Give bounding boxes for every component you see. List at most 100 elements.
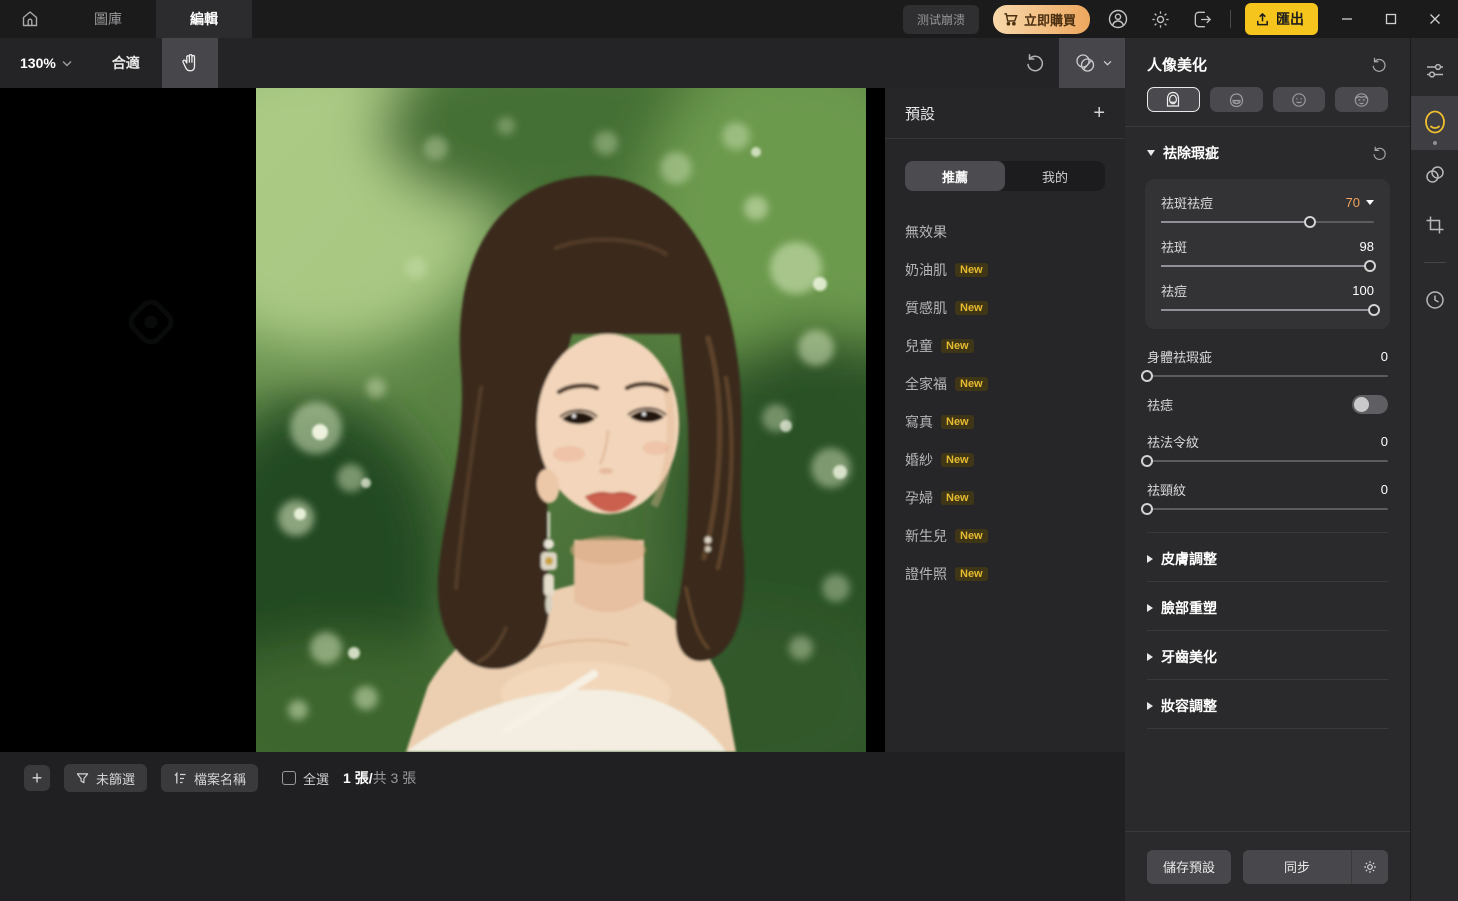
rail-filters-button[interactable] — [1411, 150, 1458, 200]
slider-acne: 祛痘 100 — [1161, 281, 1374, 311]
rail-portrait-button[interactable] — [1411, 96, 1458, 150]
test-crash-button[interactable]: 测试崩溃 — [903, 5, 979, 34]
section-makeup-adjust[interactable]: 妝容調整 — [1125, 680, 1410, 728]
zoom-level-dropdown[interactable]: 130% — [0, 55, 90, 71]
home-button[interactable] — [0, 0, 60, 38]
slider-track[interactable] — [1147, 375, 1388, 377]
settings-button[interactable] — [1146, 5, 1174, 33]
slider-value: 0 — [1381, 434, 1388, 449]
preset-list: 無效果 奶油肌New 質感肌New 兒童New 全家福New 寫真New 婚紗N… — [885, 213, 1125, 593]
preset-label: 寫真 — [905, 412, 933, 432]
preset-item-texture-skin[interactable]: 質感肌New — [885, 289, 1125, 327]
rail-crop-button[interactable] — [1411, 200, 1458, 250]
preset-item-maternity[interactable]: 孕婦New — [885, 479, 1125, 517]
preset-label: 婚紗 — [905, 450, 933, 470]
account-button[interactable] — [1104, 5, 1132, 33]
hand-tool-button[interactable] — [162, 38, 218, 88]
compare-circles-icon — [1073, 52, 1097, 74]
slider-spot-acne: 祛斑祛痘 70 — [1161, 193, 1374, 223]
titlebar-divider — [1230, 10, 1231, 28]
adjust-sliders-icon — [1425, 61, 1445, 81]
history-clock-icon — [1424, 289, 1446, 311]
rail-history-button[interactable] — [1411, 275, 1458, 325]
save-preset-button[interactable]: 儲存預設 — [1147, 850, 1231, 884]
slider-neck-lines: 祛頸紋 0 — [1147, 480, 1388, 510]
slider-knob[interactable] — [1364, 260, 1376, 272]
section-skin-adjust[interactable]: 皮膚調整 — [1125, 533, 1410, 581]
minimize-button[interactable] — [1332, 4, 1362, 34]
sync-button[interactable]: 同步 — [1243, 850, 1352, 884]
slider-knob[interactable] — [1141, 503, 1153, 515]
toggle-label: 祛痣 — [1147, 395, 1352, 414]
slider-knob[interactable] — [1141, 370, 1153, 382]
new-badge: New — [941, 453, 974, 467]
blemish-section-title: 祛除瑕疵 — [1163, 143, 1363, 163]
slider-track[interactable] — [1161, 309, 1374, 311]
add-preset-button[interactable]: + — [1093, 103, 1105, 123]
rail-adjustments-button[interactable] — [1411, 46, 1458, 96]
category-makeup-button[interactable] — [1335, 87, 1388, 112]
slider-track[interactable] — [1161, 265, 1374, 267]
gear-icon — [1362, 859, 1378, 875]
editing-canvas[interactable] — [0, 88, 885, 752]
slider-value: 70 — [1346, 195, 1360, 210]
logout-button[interactable] — [1188, 5, 1216, 33]
fit-to-screen-button[interactable]: 合適 — [90, 53, 162, 73]
slider-track[interactable] — [1161, 221, 1374, 223]
slider-knob[interactable] — [1304, 216, 1316, 228]
photo-image[interactable] — [256, 88, 866, 752]
slider-knob[interactable] — [1368, 304, 1380, 316]
preset-label: 新生兒 — [905, 526, 947, 546]
preset-item-newborn[interactable]: 新生兒New — [885, 517, 1125, 555]
preset-item-id-photo[interactable]: 證件照New — [885, 555, 1125, 593]
preset-item-cream-skin[interactable]: 奶油肌New — [885, 251, 1125, 289]
slider-label: 祛斑祛痘 — [1161, 193, 1346, 212]
reset-panel-icon[interactable] — [1370, 56, 1388, 74]
new-badge: New — [941, 339, 974, 353]
watermark-logo — [122, 293, 180, 351]
close-button[interactable] — [1420, 4, 1450, 34]
makeup-face-icon — [1353, 92, 1370, 108]
titlebar-actions: 测试崩溃 立即購買 匯出 — [903, 3, 1458, 35]
buy-now-button[interactable]: 立即購買 — [993, 5, 1090, 34]
value-dropdown-icon[interactable] — [1366, 200, 1374, 205]
category-face-shape-button[interactable] — [1273, 87, 1326, 112]
select-all-control[interactable]: 全選 — [282, 769, 329, 788]
preset-item-wedding[interactable]: 婚紗 New — [885, 441, 1125, 479]
tab-edit[interactable]: 編輯 — [156, 0, 252, 38]
tab-gallery[interactable]: 圖庫 — [60, 0, 156, 38]
blemish-section-header[interactable]: 祛除瑕疵 — [1125, 127, 1410, 175]
tools-rail — [1410, 38, 1458, 901]
canvas-toolbar-right — [1011, 38, 1125, 88]
select-all-label: 全選 — [303, 769, 329, 788]
teeth-icon — [1228, 92, 1245, 108]
filter-button[interactable]: 未篩選 — [64, 764, 147, 792]
reset-edits-button[interactable] — [1011, 38, 1059, 88]
maximize-button[interactable] — [1376, 4, 1406, 34]
export-button[interactable]: 匯出 — [1245, 3, 1318, 35]
mole-removal-toggle[interactable] — [1352, 395, 1388, 414]
tab-mine[interactable]: 我的 — [1005, 161, 1105, 191]
section-title: 妝容調整 — [1161, 696, 1388, 716]
category-teeth-button[interactable] — [1210, 87, 1263, 112]
add-image-button[interactable]: + — [24, 765, 50, 791]
reset-section-icon[interactable] — [1371, 145, 1388, 162]
category-face-skin-button[interactable] — [1147, 87, 1200, 112]
slider-knob[interactable] — [1141, 455, 1153, 467]
slider-track[interactable] — [1147, 460, 1388, 462]
slider-value: 0 — [1381, 482, 1388, 497]
select-all-checkbox[interactable] — [282, 771, 296, 785]
preset-item-none[interactable]: 無效果 — [885, 213, 1125, 251]
section-teeth-beauty[interactable]: 牙齒美化 — [1125, 631, 1410, 679]
sync-settings-button[interactable] — [1352, 850, 1388, 884]
slider-track[interactable] — [1147, 508, 1388, 510]
divider — [1147, 728, 1388, 729]
sort-button[interactable]: 檔案名稱 — [161, 764, 258, 792]
compare-original-button[interactable] — [1059, 38, 1125, 88]
section-face-reshape[interactable]: 臉部重塑 — [1125, 582, 1410, 630]
preset-item-children[interactable]: 兒童New — [885, 327, 1125, 365]
preset-item-portrait[interactable]: 寫真New — [885, 403, 1125, 441]
presets-title: 預設 — [905, 103, 935, 124]
preset-item-family[interactable]: 全家福New — [885, 365, 1125, 403]
tab-recommended[interactable]: 推薦 — [905, 161, 1005, 191]
